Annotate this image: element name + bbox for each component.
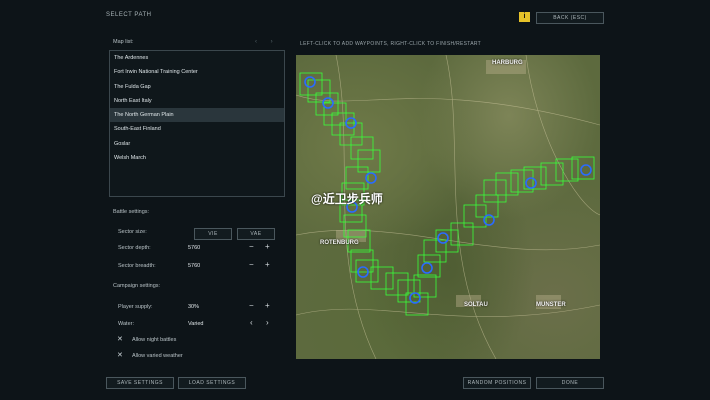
night-battles-label: Allow night battles (132, 337, 177, 343)
map-list-item[interactable]: North East Italy (110, 94, 284, 108)
player-supply-label: Player supply: (118, 304, 153, 310)
varied-weather-label: Allow varied weather (132, 353, 183, 359)
city-label: MUNSTER (536, 302, 566, 308)
water-next-button[interactable]: › (266, 318, 269, 327)
player-supply-value: 30% (188, 304, 200, 310)
campaign-settings-label: Campaign settings: (113, 283, 161, 289)
city-label: HARBURG (492, 60, 523, 66)
city-label: ROTENBURG (320, 240, 359, 246)
water-prev-button[interactable]: ‹ (250, 318, 253, 327)
map-overlay (296, 55, 600, 359)
player-supply-decrease-button[interactable]: − (249, 301, 254, 310)
page-title: SELECT PATH (106, 12, 152, 18)
map-instruction: LEFT-CLICK TO ADD WAYPOINTS, RIGHT-CLICK… (300, 41, 482, 47)
load-settings-button[interactable]: LOAD SETTINGS (178, 377, 246, 389)
sector-depth-label: Sector depth: (118, 245, 151, 251)
sector-size-option-vie[interactable]: VIE (194, 228, 232, 240)
back-button[interactable]: BACK (ESC) (536, 12, 604, 24)
water-label: Water: (118, 321, 134, 327)
sector-breadth-value: 5760 (188, 263, 201, 269)
random-positions-button[interactable]: RANDOM POSITIONS (463, 377, 531, 389)
sector-breadth-increase-button[interactable]: + (265, 260, 270, 269)
map-list-item[interactable]: The Fulda Gap (110, 80, 284, 94)
sector-depth-value: 5760 (188, 245, 201, 251)
map-list-label: Map list: (113, 39, 134, 45)
watermark: @近卫步兵师 (311, 192, 383, 206)
map-list-item[interactable]: The Ardennes (110, 51, 284, 65)
map-list-item[interactable]: Goslar (110, 137, 284, 151)
done-button[interactable]: DONE (536, 377, 604, 389)
varied-weather-checkbox[interactable]: ✕ (117, 351, 123, 359)
map-list-nav[interactable]: ‹ › (255, 39, 279, 45)
map-list-item[interactable]: Welsh March (110, 151, 284, 165)
city-label: SOLTAU (464, 302, 488, 308)
sector-size-option-vae[interactable]: VAE (237, 228, 275, 240)
night-battles-checkbox[interactable]: ✕ (117, 335, 123, 343)
water-value: Varied (188, 321, 204, 327)
save-settings-button[interactable]: SAVE SETTINGS (106, 377, 174, 389)
sector-breadth-label: Sector breadth: (118, 263, 156, 269)
info-button[interactable]: i (519, 12, 530, 22)
sector-size-label: Sector size: (118, 229, 147, 235)
battle-settings-label: Battle settings: (113, 209, 150, 215)
map-list[interactable]: The Ardennes Fort Irwin National Trainin… (109, 50, 285, 197)
map-list-item-selected[interactable]: The North German Plain (110, 108, 284, 123)
map-list-item[interactable]: South-East Finland (110, 122, 284, 136)
sector-depth-decrease-button[interactable]: − (249, 242, 254, 251)
sector-breadth-decrease-button[interactable]: − (249, 260, 254, 269)
sector-depth-increase-button[interactable]: + (265, 242, 270, 251)
campaign-map[interactable]: HARBURG ROTENBURG SOLTAU MUNSTER (296, 55, 600, 359)
player-supply-increase-button[interactable]: + (265, 301, 270, 310)
map-list-item[interactable]: Fort Irwin National Training Center (110, 65, 284, 79)
